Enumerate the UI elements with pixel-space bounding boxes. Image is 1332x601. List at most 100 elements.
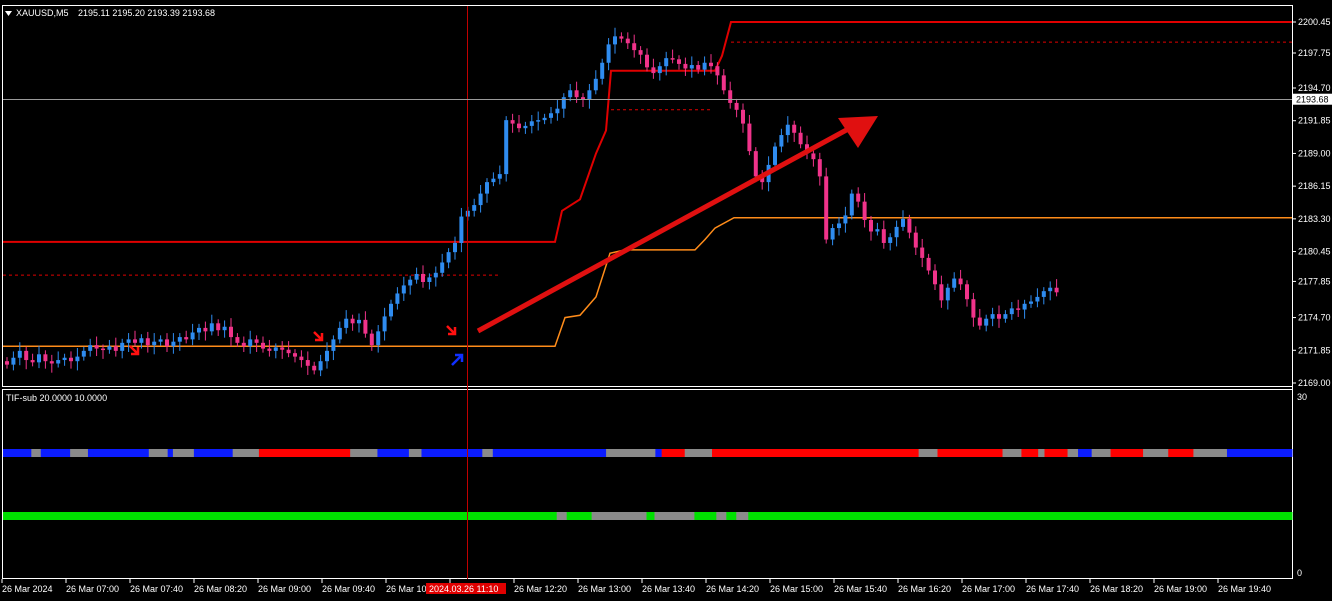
sub-upper-segment xyxy=(87,449,94,457)
sub-lower-segment xyxy=(726,512,737,520)
candle-body xyxy=(203,327,208,332)
candle-body xyxy=(267,348,272,351)
candle-body xyxy=(293,353,297,357)
candle-body xyxy=(184,337,189,340)
candle-body xyxy=(280,347,285,350)
candle-body xyxy=(619,36,624,39)
time-label: 26 Mar 17:40 xyxy=(1026,584,1079,594)
candle-body xyxy=(37,354,41,363)
candle-body xyxy=(459,216,464,243)
candle-body xyxy=(523,125,528,129)
sub-upper-segment xyxy=(167,449,174,457)
candle-body xyxy=(830,228,835,240)
candle-body xyxy=(485,182,489,194)
candle-body xyxy=(715,66,720,76)
candle-body xyxy=(177,337,182,342)
candle-body xyxy=(536,120,541,122)
candle-body xyxy=(587,90,592,100)
sub-upper-segment xyxy=(1067,449,1079,457)
candle-body xyxy=(408,279,413,286)
candle-body xyxy=(734,102,739,110)
candle-body xyxy=(689,65,694,69)
candle-body xyxy=(933,270,937,285)
candle-body xyxy=(529,121,534,126)
candle-body xyxy=(824,176,829,240)
candle-body xyxy=(856,193,861,202)
sub-upper-segment xyxy=(1110,449,1144,457)
sub-upper-segment xyxy=(1193,449,1228,457)
candle-body xyxy=(638,50,643,55)
candle-body xyxy=(229,326,233,338)
candle-body xyxy=(811,153,816,160)
time-label: 26 Mar 13:40 xyxy=(642,584,695,594)
candle-body xyxy=(30,360,35,363)
sub-lower-segment xyxy=(716,512,727,520)
candle-body xyxy=(43,354,48,362)
candle-body xyxy=(670,58,675,60)
candle-body xyxy=(446,252,451,263)
candle-body xyxy=(971,299,976,318)
time-axis[interactable]: 26 Mar 2024 26 Mar 07:00 26 Mar 07:40 26 Ma… xyxy=(1,579,1271,594)
candle-body xyxy=(888,237,893,243)
price-label: 2200.45 xyxy=(1298,17,1331,27)
time-label: 26 Mar 16:20 xyxy=(898,584,951,594)
sub-upper-segment xyxy=(606,449,656,457)
chart-window[interactable]: XAUUSD,M5 2195.11 2195.20 2193.39 2193.6… xyxy=(0,0,1332,601)
candle-body xyxy=(344,318,349,328)
price-axis[interactable]: 2200.45 2197.75 2194.70 2191.85 2189.00 2186.… xyxy=(1292,17,1332,388)
time-label: 26 Mar 19:00 xyxy=(1154,584,1207,594)
candle-body xyxy=(920,247,925,258)
sub-upper-segment xyxy=(93,449,150,457)
sub-upper-segment xyxy=(232,449,260,457)
candle-body xyxy=(645,54,649,68)
time-label: 26 Mar 13:00 xyxy=(578,584,631,594)
price-label: 2180.45 xyxy=(1298,247,1331,257)
sub-window-frame xyxy=(2,389,1293,579)
candle-body xyxy=(849,193,854,216)
candle-body xyxy=(235,337,240,343)
candle-body xyxy=(440,262,445,273)
price-label: 2186.15 xyxy=(1298,181,1331,191)
candle-body xyxy=(414,273,419,280)
sub-lower-segment xyxy=(736,512,749,520)
price-label: 2194.70 xyxy=(1298,83,1331,93)
sub-upper-segment xyxy=(684,449,713,457)
candle-body xyxy=(101,348,105,351)
candle-body xyxy=(357,319,361,324)
candle-body xyxy=(837,223,841,229)
candle-body xyxy=(369,333,374,346)
candle-body xyxy=(593,78,598,91)
candle-body xyxy=(165,339,169,347)
candle-body xyxy=(49,361,54,364)
candle-body xyxy=(5,361,9,365)
price-label: 2189.00 xyxy=(1298,148,1331,158)
candle-body xyxy=(152,341,157,346)
sub-lower-segment xyxy=(646,512,655,520)
candle-body xyxy=(875,229,880,232)
candle-body xyxy=(696,65,701,70)
sub-upper-segment xyxy=(1021,449,1039,457)
time-label: 26 Mar 2024 xyxy=(2,584,53,594)
candle-body xyxy=(792,124,797,133)
candle-body xyxy=(254,339,259,343)
sub-upper-segment xyxy=(492,449,607,457)
candle-body xyxy=(261,342,265,349)
candle-body xyxy=(120,342,125,351)
sub-upper-segment xyxy=(172,449,195,457)
candle-body xyxy=(75,356,80,362)
candle-body xyxy=(990,314,995,319)
candle-body xyxy=(145,338,150,346)
candle-body xyxy=(158,339,163,342)
candle-body xyxy=(382,316,387,332)
time-label: 26 Mar 15:40 xyxy=(834,584,887,594)
sub-upper-segment xyxy=(258,449,351,457)
sub-upper-segment xyxy=(408,449,422,457)
candle-body xyxy=(113,346,118,351)
candle-body xyxy=(427,277,432,282)
crosshair-time-label: 2024.03.26 11:10 xyxy=(429,584,498,594)
candle-body xyxy=(241,342,246,347)
candle-body xyxy=(913,232,918,248)
candle-body xyxy=(491,178,496,183)
candle-body xyxy=(305,360,310,366)
candle-body xyxy=(1029,301,1033,304)
